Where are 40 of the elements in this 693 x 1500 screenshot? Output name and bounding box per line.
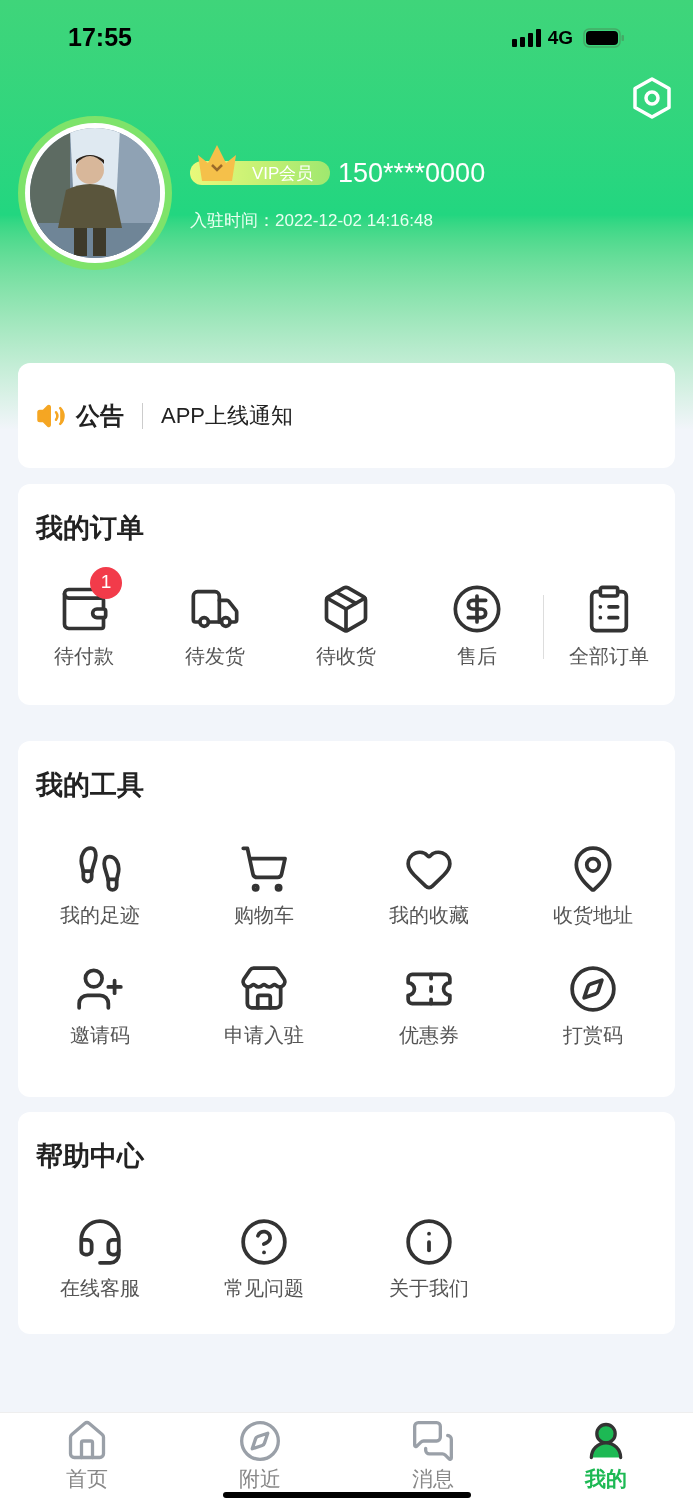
help-item[interactable]: 在线客服 [18,1216,183,1303]
section-title: 我的订单 [36,512,145,545]
notice-label: 公告 [76,400,124,431]
phone-number: 150****0000 [338,157,486,190]
help-icon [239,1216,290,1267]
order-item[interactable]: 待发货 [149,566,281,671]
join-time: 入驻时间：2022-12-02 14:16:48 [190,209,434,232]
settings-icon[interactable] [631,76,673,120]
tool-item[interactable]: 我的足迹 [18,843,183,930]
battery-icon [583,28,625,48]
crown-icon [196,143,238,184]
chat-icon [411,1419,456,1463]
tool-item[interactable]: 优惠券 [346,963,511,1050]
tool-item[interactable]: 申请入驻 [182,963,347,1050]
section-title: 我的工具 [34,769,145,802]
section-title: 帮助中心 [35,1140,145,1173]
signal-icon [511,29,542,47]
tab-item[interactable]: 消息 [346,1419,520,1500]
order-item[interactable]: 全部订单 [543,566,675,671]
tool-item[interactable]: 收货地址 [510,843,675,930]
order-item[interactable]: 售后 [411,566,543,671]
info-icon [403,1216,454,1267]
tab-item[interactable]: 首页 [0,1419,174,1500]
cart-icon [239,843,290,894]
tab-item[interactable]: 附近 [173,1419,347,1500]
status-time: 17:55 [68,22,132,54]
order-item[interactable]: 待收货 [280,566,412,671]
compass-icon [567,963,618,1014]
help-item[interactable]: 关于我们 [346,1216,511,1303]
tool-item[interactable]: 我的收藏 [346,843,511,930]
tool-item[interactable]: 邀请码 [18,963,183,1050]
network-label: 4G [547,25,573,50]
order-item[interactable]: 1 待付款 [18,566,150,671]
badge: 1 [90,566,122,599]
help-item[interactable]: 常见问题 [182,1216,347,1303]
compass-icon [237,1419,282,1463]
tool-item[interactable]: 购物车 [182,843,347,930]
tool-item[interactable]: 打赏码 [510,963,675,1050]
notice-text: APP上线通知 [161,402,294,430]
notice-card[interactable]: 公告 APP上线通知 [18,363,675,468]
